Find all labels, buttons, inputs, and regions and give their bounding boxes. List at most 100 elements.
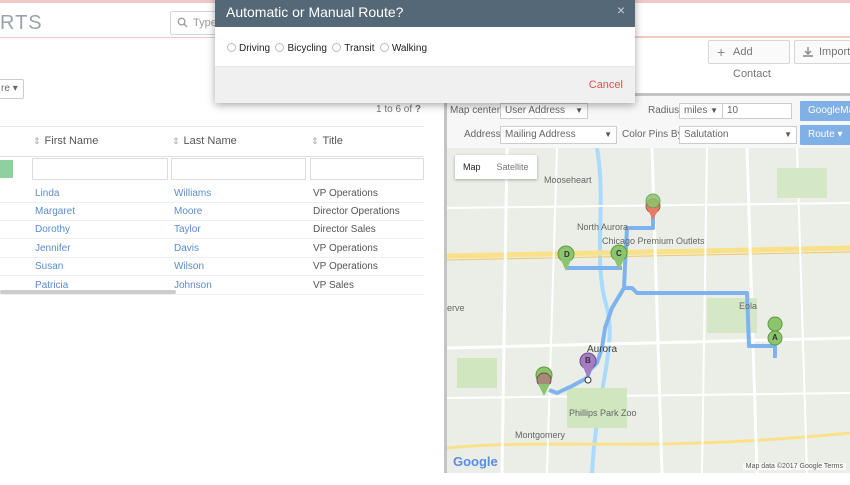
cell-last-name[interactable]: Wilson (174, 261, 204, 272)
cell-title: VP Operations (313, 243, 378, 254)
modal-body: Driving Bicycling Transit Walking (215, 27, 635, 67)
radius-label: Radius: (648, 105, 682, 116)
cell-first-name[interactable]: Linda (35, 188, 59, 199)
address-label: Address: (464, 129, 504, 140)
table-row[interactable]: Susan Wilson VP Operations (0, 258, 424, 276)
pin-label-a: A (772, 333, 778, 342)
plus-icon: + (717, 44, 726, 60)
map-type-control: Map Satellite (455, 155, 537, 179)
cell-first-name[interactable]: Margaret (35, 206, 75, 217)
column-header-title[interactable]: ⇕ Title (311, 135, 343, 147)
cell-title: VP Operations (313, 188, 378, 199)
sort-icon: ⇕ (311, 136, 319, 146)
table-row[interactable]: Margaret Moore Director Operations (0, 203, 424, 221)
radius-input[interactable]: 10 (722, 103, 792, 119)
cancel-button[interactable]: Cancel (589, 79, 623, 91)
row-select-indicator[interactable] (0, 160, 13, 178)
modal-header: Automatic or Manual Route? × (215, 0, 635, 27)
close-icon[interactable]: × (617, 2, 625, 18)
cell-last-name[interactable]: Taylor (174, 224, 201, 235)
caret-down-icon: ▾ (12, 83, 18, 94)
cell-title: VP Operations (313, 261, 378, 272)
map-place-label: Mooseheart (544, 175, 592, 185)
column-header-first-name[interactable]: ⇕ First Name (33, 135, 98, 147)
map-place-label: Chicago Premium Outlets (602, 236, 705, 246)
pager-help[interactable]: ? (415, 104, 421, 115)
search-icon (177, 17, 188, 28)
global-search-input[interactable]: Type (170, 11, 220, 35)
google-logo: Google (453, 454, 498, 469)
cell-first-name[interactable]: Jennifer (35, 243, 71, 254)
grid-header: ⇕ First Name ⇕ Last Name ⇕ Title (0, 127, 424, 157)
app-brand: RTS (0, 12, 43, 34)
pin-label-b: B (585, 356, 591, 365)
radio-driving[interactable]: Driving (227, 43, 270, 54)
googlemap-button[interactable]: GoogleMa (800, 101, 850, 121)
pin-label-d: D (564, 250, 570, 259)
map-place-label: Phillips Park Zoo (569, 408, 637, 418)
cell-last-name[interactable]: Johnson (174, 280, 212, 291)
horizontal-scrollbar[interactable] (0, 290, 176, 294)
sort-icon: ⇕ (33, 136, 41, 146)
radio-bicycling[interactable]: Bicycling (275, 43, 327, 54)
radio-icon (332, 43, 342, 52)
caret-down-icon: ▾ (837, 129, 843, 140)
table-row[interactable]: Dorothy Taylor Director Sales (0, 221, 424, 239)
import-button[interactable]: Import (794, 40, 850, 64)
route-button[interactable]: Route ▾ (800, 125, 850, 145)
address-select[interactable]: Mailing Address ▼ (500, 126, 617, 144)
pager-text: 1 to 6 of (376, 104, 413, 115)
add-contact-button[interactable]: + Add Contact (708, 40, 790, 80)
map-place-label: Montgomery (515, 430, 566, 440)
more-dropdown[interactable]: re ▾ (0, 79, 24, 99)
map-type-map[interactable]: Map (455, 155, 489, 179)
modal-footer: Cancel (215, 67, 635, 103)
table-row[interactable]: Jennifer Davis VP Operations (0, 240, 424, 258)
caret-down-icon: ▼ (710, 106, 718, 115)
map-panel: Map center: User Address ▼ Radius: miles ▼… (444, 93, 850, 473)
cell-first-name[interactable]: Susan (35, 261, 63, 272)
filter-first-name-input[interactable] (32, 158, 168, 180)
import-label: Import (819, 46, 850, 58)
header-strip (634, 9, 850, 37)
route-modal: Automatic or Manual Route? × Driving Bic… (215, 0, 635, 103)
caret-down-icon: ▼ (575, 106, 583, 115)
radio-icon (275, 43, 285, 52)
pin-label-c: C (616, 249, 622, 258)
radio-transit[interactable]: Transit (332, 43, 374, 54)
table-row[interactable]: Linda Williams VP Operations (0, 185, 424, 203)
search-placeholder: Type (193, 17, 217, 29)
cell-last-name[interactable]: Davis (174, 243, 199, 254)
map-roads (447, 148, 850, 473)
sort-icon: ⇕ (172, 136, 180, 146)
color-pins-select[interactable]: Salutation ▼ (679, 126, 797, 144)
map-place-label: Aurora (587, 344, 618, 355)
cell-first-name[interactable]: Dorothy (35, 224, 70, 235)
map-type-satellite[interactable]: Satellite (489, 155, 537, 179)
map-place-label: North Aurora (577, 222, 629, 232)
color-pins-label: Color Pins By: (622, 129, 686, 140)
map-pin-red[interactable] (645, 193, 661, 220)
caret-down-icon: ▼ (784, 130, 792, 139)
filter-title-input[interactable] (310, 158, 424, 180)
caret-down-icon: ▼ (604, 130, 612, 139)
map-center-select[interactable]: User Address ▼ (500, 103, 588, 119)
cell-title: Director Operations (313, 206, 400, 217)
radio-icon (379, 43, 389, 52)
cell-last-name[interactable]: Moore (174, 206, 202, 217)
radio-walking[interactable]: Walking (379, 43, 427, 54)
filter-last-name-input[interactable] (171, 158, 306, 180)
modal-title: Automatic or Manual Route? (226, 4, 404, 20)
column-header-last-name[interactable]: ⇕ Last Name (172, 135, 237, 147)
more-label: re (1, 83, 10, 94)
download-icon (803, 47, 813, 57)
cell-last-name[interactable]: Williams (174, 188, 211, 199)
filter-row (0, 158, 424, 184)
cell-title: Director Sales (313, 224, 376, 235)
map-place-label: Eola (739, 301, 758, 311)
map-center-label: Map center: (450, 105, 503, 116)
pager-info: 1 to 6 of ? (376, 104, 421, 115)
map-attribution[interactable]: Map data ©2017 Google Terms (742, 463, 846, 470)
map-canvas[interactable]: Aurora Mooseheart North Aurora Chicago P… (447, 148, 850, 473)
radius-unit-select[interactable]: miles ▼ (679, 103, 723, 119)
